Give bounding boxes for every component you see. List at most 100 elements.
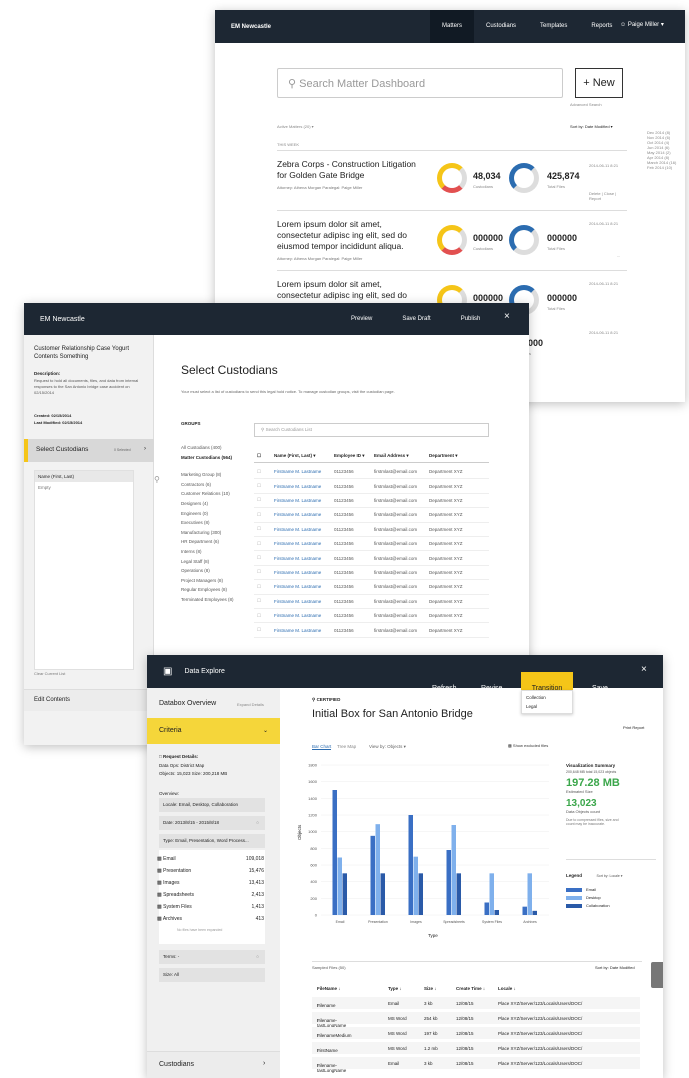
custodian-name[interactable]: Firstname M. Lastname [274,628,321,633]
group-item[interactable]: Executives (8) [181,518,251,528]
group-item[interactable]: Terminated Employees (8) [181,595,251,605]
custodian-row[interactable]: ☐ Firstname M. Lastname 01123456 firstmlast… [254,508,489,523]
custodian-row[interactable]: ☐ Firstname M. Lastname 01123456 firstmlast… [254,623,489,638]
row-checkbox[interactable]: ☐ [257,613,261,619]
custodian-row[interactable]: ☐ Firstname M. Lastname 01123456 firstmlast… [254,523,489,537]
custodian-name[interactable]: Firstname M. Lastname [274,512,321,517]
nav-custodians[interactable]: Custodians [474,10,528,43]
custodian-row[interactable]: ☐ Firstname M. Lastname 01123456 firstmlast… [254,465,489,480]
file-row[interactable]: □ Filename-tastLongName Email 3 kb 12/08/15… [312,1057,640,1073]
file-type-row[interactable]: ▩ Spreadsheets 2,413 [157,892,264,898]
menu-item-collection[interactable]: Collection [526,693,568,702]
criteria-panel-header[interactable]: Criteria ⌄ [147,718,280,744]
row-checkbox[interactable]: ☐ [257,483,261,489]
save-button[interactable]: Save [592,672,608,705]
custodian-row[interactable]: ☐ Firstname M. Lastname 01123456 firstmlast… [254,494,489,509]
date-filter[interactable]: Date: 2013/8/15 - 2015/8/18 ○ [159,816,265,830]
save-draft-button[interactable]: Save Draft [402,303,430,335]
menu-item-legal[interactable]: Legal [526,702,568,711]
col-create-time[interactable]: Create Time ↓ [456,986,485,991]
expand-details-link[interactable]: Expand Details [237,702,264,707]
row-checkbox[interactable]: ☐ [257,555,261,561]
file-type-row[interactable]: ▩ Images 13,413 [157,880,264,886]
col-type[interactable]: Type ↓ [388,986,402,991]
view-by-dropdown[interactable]: View by: Objects ▾ [369,744,406,750]
matter-card[interactable]: Lorem ipsum dolor sit amet, consectetur … [277,210,627,270]
row-checkbox[interactable]: ☐ [257,469,261,475]
close-icon[interactable]: × [504,311,510,322]
nav-reports[interactable]: Reports [579,10,624,43]
refresh-button[interactable]: Refresh [432,672,457,705]
nav-matters[interactable]: Matters [430,10,475,43]
file-row[interactable]: □ FilenameMedium MS Word 197 kb 12/08/15 Pla… [312,1027,640,1040]
custodian-name[interactable]: Firstname M. Lastname [274,484,321,489]
sort-modified-dropdown[interactable]: Sort by: Date Modified [595,965,635,970]
row-checkbox[interactable]: ☐ [257,627,261,633]
nav-templates[interactable]: Templates [528,10,579,43]
collapse-search-icon[interactable]: ⚲ [154,475,160,484]
file-row[interactable]: □ Filename Email 3 kb 12/08/15 Place XYZ/Ser… [312,997,640,1010]
file-type-row[interactable]: ▩ Presentation 15,476 [157,868,264,874]
print-report-link[interactable]: Print Report [623,725,644,730]
col-filename[interactable]: FileName ↓ [317,986,341,991]
show-excluded-toggle[interactable]: ▩ Show excluded files [508,743,548,748]
row-checkbox[interactable]: ☐ [257,569,261,575]
step-select-custodians[interactable]: Select Custodians 0 Selected › [24,439,154,462]
file-type-row[interactable]: ▩ Archives 413 [157,916,264,922]
custodian-name[interactable]: Firstname M. Lastname [274,541,321,546]
close-icon[interactable]: × [641,664,647,675]
group-item[interactable]: Designers (4) [181,499,251,509]
type-filter[interactable]: Type: Email, Presentation, Word Process.… [159,834,265,848]
row-checkbox[interactable]: ☐ [257,584,261,590]
tab-tree-map[interactable]: Tree Map [337,744,356,749]
group-item[interactable]: HR Department (6) [181,537,251,547]
matter-actions[interactable]: Delete | Close | Report [589,191,627,201]
custodian-name[interactable]: Firstname M. Lastname [274,498,321,503]
row-checkbox[interactable]: ☐ [257,541,261,547]
publish-button[interactable]: Publish [461,303,481,335]
group-item[interactable]: Contractors (6) [181,480,251,490]
group-item[interactable]: Regular Employees (8) [181,585,251,595]
matter-title[interactable]: Lorem ipsum dolor sit amet, consectetur … [277,219,427,252]
list-header[interactable]: Name (First, Last) [35,471,133,482]
col-locale[interactable]: Locale ↓ [498,986,516,991]
custodian-row[interactable]: ☐ Firstname M. Lastname 01123456 firstmlast… [254,537,489,552]
step-edit-contents[interactable]: Edit Contents [24,689,154,711]
terms-filter[interactable]: Terms: - ○ [159,950,265,964]
group-item[interactable]: Marketing Group (8) [181,470,251,480]
legend-sort[interactable]: Sort by: Locale ▾ [596,874,622,878]
sort-dropdown[interactable]: Sort by: Date Modified ▾ [570,124,613,129]
clear-list-link[interactable]: Clear Current List [34,671,65,676]
scroll-tab[interactable] [651,962,663,988]
col-department[interactable]: Department ▾ [429,453,458,459]
custodian-name[interactable]: Firstname M. Lastname [274,527,321,532]
select-all-checkbox[interactable]: ☐ [257,453,261,459]
col-employee-id[interactable]: Employee ID ▾ [334,453,365,459]
custodian-row[interactable]: ☐ Firstname M. Lastname 01123456 firstmlast… [254,609,489,624]
col-size[interactable]: Size ↓ [424,986,437,991]
custodian-name[interactable]: Firstname M. Lastname [274,613,321,618]
custodian-row[interactable]: ☐ Firstname M. Lastname 01123456 firstmlast… [254,566,489,581]
row-checkbox[interactable]: ☐ [257,497,261,503]
custodians-panel-header[interactable]: Custodians › [147,1051,280,1078]
custodian-row[interactable]: ☐ Firstname M. Lastname 01123456 firstmlast… [254,551,489,566]
date-filter[interactable]: Feb 2014 (10) [647,165,683,170]
file-row[interactable]: □ FirstName MS Word 1.2 mb 12/08/15 Place XY… [312,1042,640,1055]
new-matter-button[interactable]: + New [575,68,623,98]
matter-search-input[interactable]: ⚲ Search Matter Dashboard [277,68,563,98]
revise-button[interactable]: Revise [481,672,502,705]
preview-button[interactable]: Preview [351,303,372,335]
group-item[interactable]: Interns (8) [181,547,251,557]
custodian-name[interactable]: Firstname M. Lastname [274,584,321,589]
size-filter[interactable]: Size: All [159,968,265,982]
col-name[interactable]: Name (First, Last) ▾ [274,453,316,459]
file-type-row[interactable]: ▩ System Files 1,413 [157,904,264,910]
group-item[interactable]: Project Managers (8) [181,576,251,586]
custodian-name[interactable]: Firstname M. Lastname [274,469,321,474]
custodian-name[interactable]: Firstname M. Lastname [274,570,321,575]
group-item[interactable]: Matter Custodians (564) [181,453,251,463]
matter-card[interactable]: Zebra Corps - Construction Litigation fo… [277,150,627,210]
file-row[interactable]: □ Filename-tastLongName MS Word 254 kb 12/0… [312,1012,640,1028]
group-item[interactable]: All Custodians (400) [181,443,251,453]
custodian-row[interactable]: ☐ Firstname M. Lastname 01123456 firstmlast… [254,580,489,595]
